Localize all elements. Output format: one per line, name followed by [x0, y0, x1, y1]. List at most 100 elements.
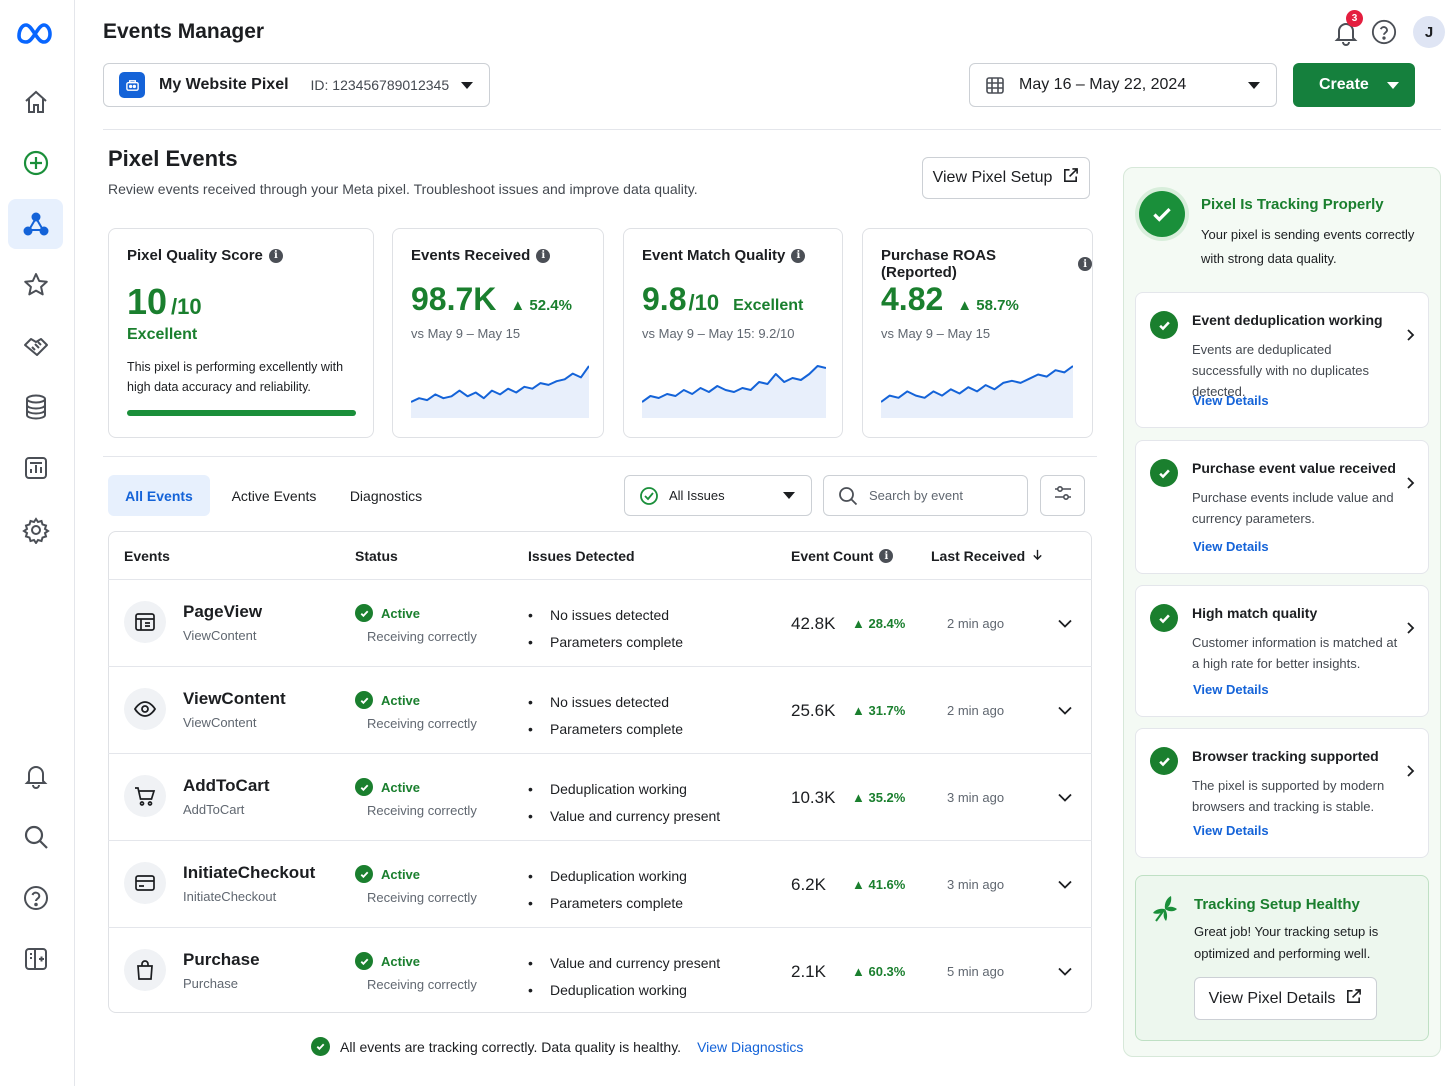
pixel-selector[interactable]: My Website Pixel ID: 123456789012345: [103, 63, 490, 107]
tab-all-events[interactable]: All Events: [108, 475, 210, 516]
issues-list: Value and currency presentDeduplication …: [528, 950, 720, 1004]
issue-item: Parameters complete: [528, 890, 687, 917]
credit-card-icon: [124, 862, 166, 904]
eye-icon: [124, 688, 166, 730]
last-received: 2 min ago: [947, 703, 1005, 718]
issue-item: Value and currency present: [528, 803, 720, 830]
table-row[interactable]: PageView ViewContent Active Receiving corre…: [108, 579, 1092, 666]
table-row[interactable]: InitiateCheckout InitiateCheckout Active Re…: [108, 840, 1092, 927]
check-title: Browser tracking supported: [1192, 748, 1379, 764]
issue-item: Parameters complete: [528, 629, 683, 656]
expand-chevron-icon[interactable]: [1056, 614, 1074, 632]
column-header-status: Status: [355, 548, 398, 564]
status-check-card[interactable]: Purchase event value received Purchase ev…: [1135, 440, 1429, 574]
trend-up-icon: ▲: [510, 297, 530, 314]
notification-count-badge: 3: [1346, 10, 1363, 27]
tab-active-events[interactable]: Active Events: [222, 475, 326, 516]
view-details-link[interactable]: View Details: [1193, 539, 1269, 554]
status-badge: Active: [381, 779, 421, 795]
home-nav-icon[interactable]: [8, 77, 63, 127]
trend-up-icon: ▲: [852, 703, 869, 718]
view-pixel-details-button[interactable]: View Pixel Details: [1194, 977, 1377, 1020]
event-subtitle: AddToCart: [183, 802, 245, 817]
view-pixel-setup-button[interactable]: View Pixel Setup: [922, 157, 1090, 199]
issue-item: Deduplication working: [528, 776, 720, 803]
info-icon[interactable]: i: [879, 549, 894, 563]
column-header-last-received[interactable]: Last Received: [931, 548, 1044, 564]
expand-chevron-icon[interactable]: [1056, 875, 1074, 893]
notification-bell-icon[interactable]: 3: [1332, 10, 1363, 46]
create-dropdown-chevron-icon[interactable]: [1387, 81, 1399, 89]
calendar-icon: [985, 75, 1005, 95]
event-count-change: 28.4%: [868, 616, 906, 631]
table-row[interactable]: Purchase Purchase Active Receiving correctl…: [108, 927, 1092, 1014]
sparkline-area: [411, 366, 589, 418]
events-manager-nav-icon[interactable]: [8, 199, 63, 249]
event-search-input[interactable]: Search by event: [823, 475, 1028, 516]
info-icon[interactable]: i: [791, 248, 806, 263]
tab-diagnostics[interactable]: Diagnostics: [340, 475, 432, 516]
handshake-nav-icon[interactable]: [8, 321, 63, 371]
roas-compare: vs May 9 – May 15: [881, 326, 991, 341]
reports-nav-icon[interactable]: [8, 443, 63, 493]
chevron-down-icon: [1248, 81, 1260, 89]
event-count-change: 60.3%: [868, 964, 906, 979]
expand-chevron-icon[interactable]: [1056, 701, 1074, 719]
column-header-event-count[interactable]: Event Count i: [791, 548, 894, 564]
search-nav-icon[interactable]: [8, 812, 63, 862]
event-count-change: 41.6%: [868, 877, 906, 892]
chevron-right-icon[interactable]: [1402, 620, 1418, 636]
date-range-picker[interactable]: May 16 – May 22, 2024: [969, 63, 1277, 107]
expand-chevron-icon[interactable]: [1056, 788, 1074, 806]
status-check-card[interactable]: Browser tracking supported The pixel is s…: [1135, 728, 1429, 858]
chevron-right-icon[interactable]: [1402, 763, 1418, 779]
card-title: Purchase ROAS (Reported): [881, 247, 997, 281]
panel-toggle-nav-icon[interactable]: [8, 934, 63, 984]
event-count-change: 35.2%: [868, 790, 906, 805]
filter-settings-button[interactable]: [1040, 475, 1085, 516]
table-row[interactable]: ViewContent ViewContent Active Receiving co…: [108, 666, 1092, 753]
issue-item: Parameters complete: [528, 716, 683, 743]
status-check-card[interactable]: High match quality Customer information i…: [1135, 585, 1429, 717]
database-nav-icon[interactable]: [8, 382, 63, 432]
tracking-status-description: Your pixel is sending events correctly w…: [1201, 227, 1415, 266]
chevron-right-icon[interactable]: [1402, 327, 1418, 343]
info-icon[interactable]: i: [1078, 257, 1092, 271]
issues-filter-dropdown[interactable]: All Issues: [624, 475, 812, 516]
events-received-compare: vs May 9 – May 15: [411, 326, 521, 341]
cart-icon: [124, 775, 166, 817]
help-icon[interactable]: [1371, 19, 1397, 45]
issue-item: Value and currency present: [528, 950, 720, 977]
check-circle-icon: [355, 691, 373, 709]
avatar[interactable]: J: [1413, 16, 1445, 48]
expand-chevron-icon[interactable]: [1056, 962, 1074, 980]
date-range-label: May 16 – May 22, 2024: [1019, 76, 1187, 93]
meta-logo[interactable]: [15, 20, 55, 48]
last-received: 2 min ago: [947, 616, 1005, 631]
table-row[interactable]: AddToCart AddToCart Active Receiving correc…: [108, 753, 1092, 840]
check-description: Customer information is matched at a hig…: [1192, 635, 1398, 671]
pixel-icon: [119, 72, 145, 98]
search-icon: [838, 486, 858, 506]
event-name: Purchase: [183, 950, 260, 969]
column-header-issues: Issues Detected: [528, 548, 635, 564]
view-diagnostics-link[interactable]: View Diagnostics: [697, 1039, 803, 1055]
view-details-link[interactable]: View Details: [1193, 682, 1269, 697]
status-detail: Receiving correctly: [367, 977, 477, 992]
status-check-card[interactable]: Event deduplication working Events are de…: [1135, 292, 1429, 428]
trend-up-icon: ▲: [852, 790, 869, 805]
settings-gear-nav-icon[interactable]: [8, 505, 63, 555]
event-subtitle: ViewContent: [183, 628, 257, 643]
event-count-header-label: Event Count: [791, 548, 874, 564]
chevron-right-icon[interactable]: [1402, 475, 1418, 491]
info-icon[interactable]: i: [536, 248, 551, 263]
notifications-bell-nav-icon[interactable]: [8, 751, 63, 801]
info-icon[interactable]: i: [268, 248, 283, 263]
help-nav-icon[interactable]: [8, 873, 63, 923]
view-details-link[interactable]: View Details: [1193, 823, 1269, 838]
create-button[interactable]: Create: [1293, 63, 1415, 107]
add-circle-nav-icon[interactable]: [8, 138, 63, 188]
column-header-events: Events: [124, 548, 170, 564]
view-details-link[interactable]: View Details: [1193, 393, 1269, 408]
star-nav-icon[interactable]: [8, 260, 63, 310]
